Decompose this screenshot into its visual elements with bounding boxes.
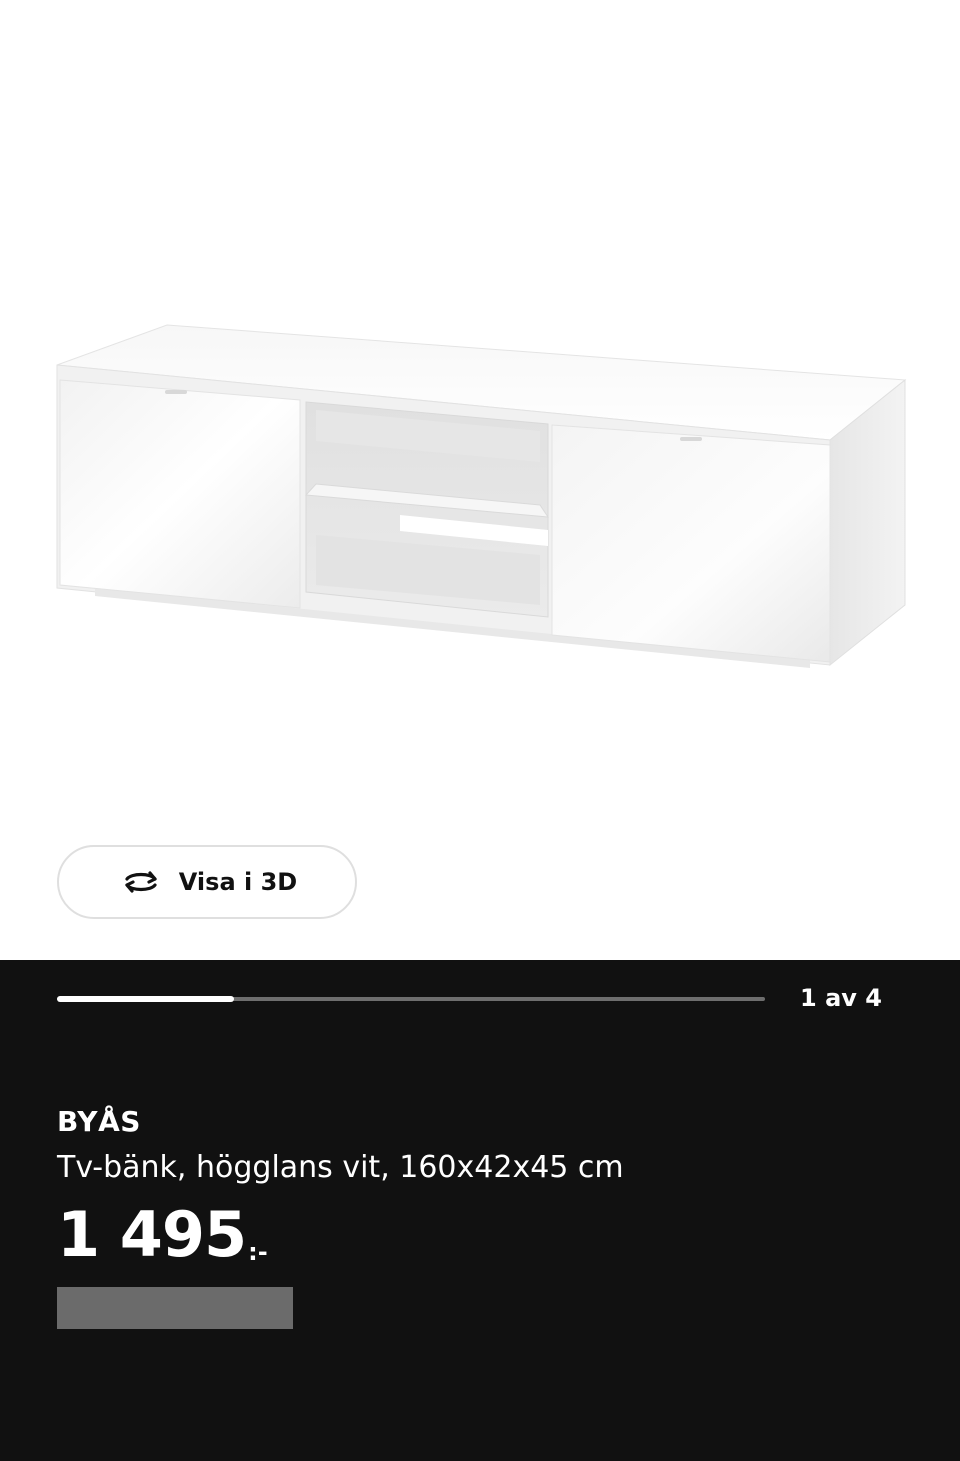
product-image[interactable]	[0, 0, 960, 960]
view-in-3d-button[interactable]: Visa i 3D	[57, 845, 357, 919]
redacted-block	[57, 1287, 293, 1329]
product-image-area[interactable]: Visa i 3D	[0, 0, 960, 960]
rotate-3d-icon	[117, 867, 165, 897]
gallery-progress-fill	[57, 996, 234, 1002]
product-page: Visa i 3D 1 av 4 BYÅS Tv-bänk, högglans …	[0, 0, 960, 1461]
product-price: 1 495 :-	[57, 1200, 268, 1270]
gallery-progress-bar	[57, 996, 765, 1002]
product-info-panel: 1 av 4 BYÅS Tv-bänk, högglans vit, 160x4…	[0, 960, 960, 1461]
product-description: Tv-bänk, högglans vit, 160x42x45 cm	[57, 1150, 624, 1185]
price-suffix: :-	[248, 1238, 268, 1266]
price-amount: 1 495	[57, 1198, 247, 1271]
gallery-counter: 1 av 4	[800, 984, 882, 1012]
product-name: BYÅS	[57, 1105, 141, 1138]
view-in-3d-label: Visa i 3D	[178, 868, 298, 896]
